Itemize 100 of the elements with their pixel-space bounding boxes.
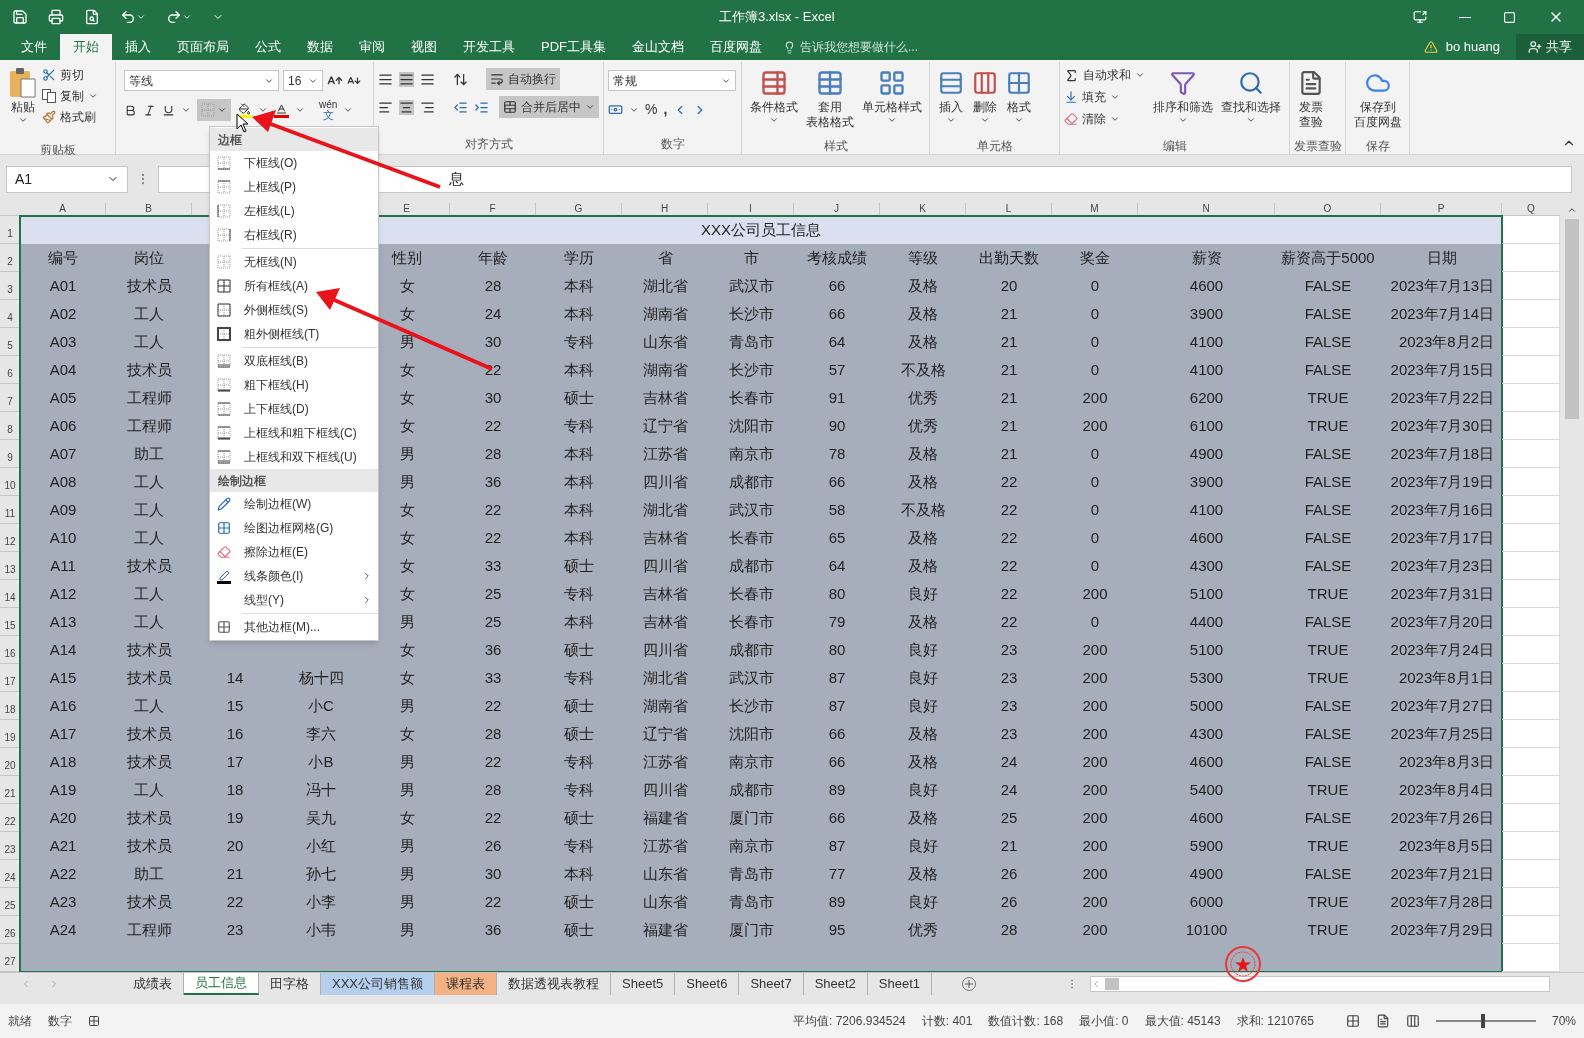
ribbon-tab[interactable]: 视图	[398, 34, 450, 60]
percent-style[interactable]: %	[645, 99, 658, 120]
sort-filter-button[interactable]: 排序和筛选	[1149, 62, 1217, 138]
clear-button[interactable]: 清除	[1064, 110, 1145, 128]
font-size-field[interactable]: 16	[283, 70, 323, 91]
column-header[interactable]: B	[145, 203, 152, 215]
row-header[interactable]: 14	[4, 590, 16, 605]
name-box[interactable]: A1	[6, 165, 128, 193]
menu-item[interactable]: 其他边框(M)...	[210, 612, 378, 639]
share-button[interactable]: 共享	[1516, 34, 1584, 60]
menu-item[interactable]: 绘图边框网格(G)	[210, 516, 378, 540]
find-select-button[interactable]: 查找和选择	[1217, 62, 1285, 138]
sheet-tab[interactable]: Sheet6	[675, 973, 740, 995]
ribbon-tab[interactable]: 开始	[60, 34, 112, 60]
menu-item[interactable]: 右框线(R)	[210, 223, 378, 247]
fill-button[interactable]: 填充	[1064, 88, 1145, 106]
sheet-tab[interactable]: Sheet1	[867, 973, 933, 995]
ribbon-tab[interactable]: 百度网盘	[697, 34, 775, 60]
menu-item[interactable]: 线条颜色(I)	[210, 564, 378, 588]
ribbon-tab[interactable]: PDF工具集	[528, 34, 619, 60]
row-header[interactable]: 9	[7, 450, 13, 465]
tell-me-field[interactable]: 告诉我您想要做什么...	[783, 34, 918, 60]
ribbon-tab[interactable]: 审阅	[346, 34, 398, 60]
comma-style[interactable]: ,	[663, 99, 668, 120]
insert-button[interactable]: 插入	[934, 62, 968, 138]
conditional-format-button[interactable]: 条件格式	[746, 62, 802, 138]
menu-item[interactable]: 绘制边框(W)	[210, 492, 378, 516]
row-header[interactable]: 22	[4, 814, 16, 829]
ribbon-tab[interactable]: 文件	[8, 34, 60, 60]
row-header[interactable]: 8	[7, 422, 13, 437]
row-header[interactable]: 19	[4, 730, 16, 745]
menu-item[interactable]: 擦除边框(E)	[210, 540, 378, 564]
menu-item[interactable]: 粗外侧框线(T)	[210, 322, 378, 346]
row-header[interactable]: 6	[7, 366, 13, 381]
row-header[interactable]: 20	[4, 758, 16, 773]
column-header[interactable]: Q	[1527, 203, 1535, 215]
ribbon-tab[interactable]: 公式	[242, 34, 294, 60]
menu-item[interactable]: 外侧框线(S)	[210, 298, 378, 322]
menu-item[interactable]: 所有框线(A)	[210, 274, 378, 298]
paste-button[interactable]: 粘贴	[4, 62, 42, 138]
menu-item[interactable]: 上框线和双下框线(U)	[210, 445, 378, 469]
ribbon-tab[interactable]: 数据	[294, 34, 346, 60]
copy-button[interactable]: 复制	[42, 87, 98, 105]
cut-button[interactable]: 剪切	[42, 66, 98, 84]
sheet-tab[interactable]: Sheet7	[739, 973, 804, 995]
row-header[interactable]: 10	[4, 478, 16, 493]
column-header[interactable]: P	[1437, 203, 1445, 215]
sheet-tab[interactable]: 课程表	[435, 973, 497, 995]
border-button[interactable]	[197, 99, 231, 121]
zoom-slider-thumb[interactable]	[1480, 1014, 1485, 1028]
sheet-tab[interactable]: Sheet2	[803, 973, 868, 995]
sheet-tab[interactable]: 员工信息	[184, 973, 259, 995]
ribbon-tab[interactable]: 金山文档	[619, 34, 697, 60]
column-header[interactable]: H	[660, 203, 669, 215]
row-header[interactable]: 12	[4, 534, 16, 549]
column-header[interactable]: K	[919, 203, 926, 215]
format-button[interactable]: 格式	[1002, 62, 1036, 138]
autosum-button[interactable]: 自动求和	[1064, 66, 1145, 84]
menu-item[interactable]: 上下框线(D)	[210, 397, 378, 421]
row-header[interactable]: 13	[4, 562, 16, 577]
font-name-field[interactable]: 等线	[124, 70, 279, 91]
column-header[interactable]: M	[1090, 203, 1099, 215]
row-header[interactable]: 23	[4, 842, 16, 857]
scroll-thumb[interactable]	[1565, 219, 1579, 419]
sheet-tab[interactable]: Sheet5	[611, 973, 676, 995]
format-painter-button[interactable]: 格式刷	[42, 108, 98, 126]
delete-button[interactable]: 删除	[968, 62, 1002, 138]
menu-item[interactable]: 双底框线(B)	[210, 346, 378, 373]
invoice-check-button[interactable]: 发票 查验	[1294, 62, 1328, 138]
row-header[interactable]: 2	[7, 254, 13, 269]
ribbon-tab[interactable]: 插入	[112, 34, 164, 60]
menu-item[interactable]: 线型(Y)	[210, 588, 378, 612]
row-header[interactable]: 27	[4, 954, 16, 969]
row-header[interactable]: 11	[4, 506, 16, 521]
horizontal-scrollbar[interactable]	[1090, 976, 1551, 992]
ribbon-tab[interactable]: 开发工具	[450, 34, 528, 60]
number-format-field[interactable]: 常规	[608, 70, 736, 91]
scroll-thumb[interactable]	[1105, 978, 1120, 990]
merge-center-button[interactable]: 合并后居中	[499, 96, 599, 118]
row-header[interactable]: 18	[4, 702, 16, 717]
menu-item[interactable]: 无框线(N)	[210, 247, 378, 274]
column-header[interactable]: I	[749, 203, 752, 215]
column-header[interactable]: J	[834, 203, 839, 215]
row-header[interactable]: 3	[7, 282, 13, 297]
row-header[interactable]: 5	[7, 338, 13, 353]
wrap-text-button[interactable]: 自动换行	[486, 68, 560, 90]
column-header[interactable]: L	[1005, 203, 1012, 215]
row-header[interactable]: 7	[7, 394, 13, 409]
column-header[interactable]: A	[59, 203, 66, 215]
column-header[interactable]: F	[489, 203, 496, 215]
ribbon-tab[interactable]: 页面布局	[164, 34, 242, 60]
menu-item[interactable]: 上框线和粗下框线(C)	[210, 421, 378, 445]
format-as-table-button[interactable]: 套用 表格格式	[802, 62, 858, 138]
row-header[interactable]: 21	[4, 786, 16, 801]
row-header[interactable]: 26	[4, 926, 16, 941]
sheet-tab[interactable]: 数据透视表教程	[497, 973, 611, 995]
menu-item[interactable]: 粗下框线(H)	[210, 373, 378, 397]
vertical-scrollbar[interactable]	[1560, 203, 1584, 972]
minimize-icon[interactable]	[1459, 16, 1471, 18]
row-header[interactable]: 15	[4, 618, 16, 633]
